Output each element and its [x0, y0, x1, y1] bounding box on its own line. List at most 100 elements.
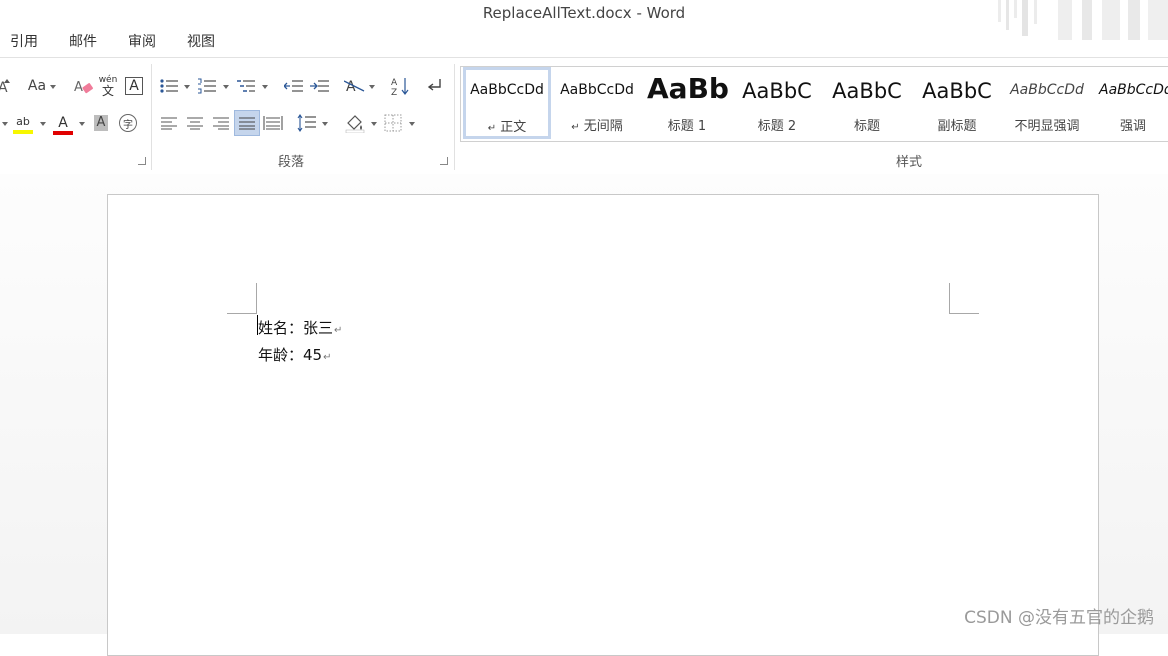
style-preview: AaBbCcDd	[1010, 82, 1084, 98]
chevron-down-icon[interactable]	[40, 122, 46, 126]
group-separator	[454, 64, 455, 170]
font-color-bar	[53, 130, 73, 135]
align-left-icon[interactable]	[158, 112, 180, 134]
character-shading-label: A	[93, 115, 109, 131]
document-page[interactable]: 姓名：张三↵ 年龄：45↵	[107, 194, 1099, 656]
paragraph-mark: ↵	[334, 325, 343, 336]
svg-text:Z: Z	[391, 88, 397, 96]
watermark: CSDN @没有五官的企鹅	[964, 608, 1154, 628]
svg-text:A: A	[74, 80, 83, 95]
text-highlight-button[interactable]: ab	[12, 112, 34, 138]
phonetic-guide-button[interactable]: wén 文	[97, 73, 119, 99]
character-border-button[interactable]: A	[123, 75, 145, 97]
highlight-color-bar	[13, 130, 33, 134]
line-text: 姓名：张三	[258, 319, 334, 337]
style-preview: AaBbC	[832, 79, 902, 103]
svg-text:A: A	[346, 79, 356, 95]
style-heading-1[interactable]: AaBb 标题 1	[643, 67, 731, 139]
tab-view[interactable]: 视图	[187, 30, 215, 54]
change-case-button[interactable]: Aa	[24, 75, 50, 97]
ribbon: A Aa A wén 文 A ab A A 字 A A Z 段落 AaBbCcD…	[0, 57, 1168, 175]
font-dialog-launcher-icon[interactable]	[138, 157, 146, 165]
svg-text:A: A	[391, 78, 398, 88]
chevron-down-icon[interactable]	[79, 122, 85, 126]
character-shading-button[interactable]: A	[90, 112, 112, 134]
multilevel-list-icon[interactable]	[235, 75, 257, 97]
tab-references[interactable]: 引用	[10, 30, 38, 54]
style-name: 副标题	[937, 119, 977, 134]
title-bar: ReplaceAllText.docx - Word	[0, 0, 1168, 40]
grow-font-icon[interactable]: A	[0, 75, 16, 97]
style-name: 标题 1	[667, 119, 707, 134]
style-preview: AaBbC	[742, 79, 812, 103]
decrease-indent-icon[interactable]	[283, 75, 305, 97]
enclose-characters-button[interactable]: 字	[117, 112, 139, 134]
style-no-spacing[interactable]: AaBbCcDd ↵ 无间隔	[553, 67, 641, 139]
tab-review[interactable]: 审阅	[128, 30, 156, 54]
style-heading-2[interactable]: AaBbC 标题 2	[733, 67, 821, 139]
highlight-label: ab	[16, 115, 30, 128]
style-name: 不明显强调	[1014, 119, 1080, 134]
chevron-down-icon[interactable]	[223, 85, 229, 89]
style-name: 标题	[853, 119, 880, 134]
distributed-icon[interactable]	[262, 112, 284, 134]
chevron-down-icon[interactable]	[371, 122, 377, 126]
numbering-icon[interactable]	[196, 75, 218, 97]
show-marks-icon[interactable]	[425, 75, 447, 97]
font-color-button[interactable]: A	[52, 112, 74, 138]
document-line[interactable]: 年龄：45↵	[258, 344, 331, 365]
line-spacing-icon[interactable]	[296, 112, 318, 134]
justify-icon[interactable]	[234, 110, 260, 136]
chevron-down-icon[interactable]	[2, 122, 8, 126]
style-name: ↵ 正文	[487, 120, 527, 135]
shading-icon[interactable]	[344, 112, 366, 134]
chevron-down-icon[interactable]	[184, 85, 190, 89]
menu-bar: 引用 邮件 审阅 视图	[0, 30, 1168, 56]
chevron-down-icon[interactable]	[262, 85, 268, 89]
style-emphasis[interactable]: AaBbCcDd 强调	[1093, 67, 1168, 139]
paragraph-mark: ↵	[323, 352, 332, 363]
align-center-icon[interactable]	[184, 112, 206, 134]
bullets-icon[interactable]	[158, 75, 180, 97]
chevron-down-icon[interactable]	[322, 122, 328, 126]
borders-icon[interactable]	[382, 112, 404, 134]
style-normal[interactable]: AaBbCcDd ↵ 正文	[463, 67, 551, 139]
paragraph-group-label: 段落	[278, 155, 305, 170]
change-case-label: Aa	[27, 78, 47, 94]
enclose-label: 字	[119, 114, 137, 132]
increase-indent-icon[interactable]	[309, 75, 331, 97]
text-direction-icon[interactable]: A	[344, 75, 366, 97]
crop-mark	[227, 313, 257, 314]
style-preview: AaBbCcDd	[560, 82, 634, 98]
tab-mailings[interactable]: 邮件	[69, 30, 97, 54]
style-preview: AaBbC	[922, 79, 992, 103]
style-name: 标题 2	[757, 119, 797, 134]
style-preview: AaBbCcDd	[470, 82, 544, 98]
document-line[interactable]: 姓名：张三↵	[258, 317, 342, 338]
styles-gallery: AaBbCcDd ↵ 正文 AaBbCcDd ↵ 无间隔 AaBb 标题 1 A…	[460, 66, 1168, 142]
style-preview: AaBbCcDd	[1099, 82, 1168, 98]
styles-group-label: 样式	[896, 155, 923, 170]
phonetic-bottom-label: 文	[101, 84, 114, 98]
document-canvas: 姓名：张三↵ 年龄：45↵	[0, 174, 1168, 656]
style-name: ↵ 无间隔	[571, 119, 623, 134]
chevron-down-icon[interactable]	[409, 122, 415, 126]
crop-mark	[256, 283, 257, 314]
window-title: ReplaceAllText.docx - Word	[482, 4, 686, 22]
sort-icon[interactable]: AZ	[390, 75, 412, 97]
align-right-icon[interactable]	[210, 112, 232, 134]
crop-mark	[949, 283, 950, 314]
crop-mark	[949, 313, 979, 314]
clear-format-icon[interactable]: A	[73, 75, 95, 97]
style-subtle-emphasis[interactable]: AaBbCcDd 不明显强调	[1003, 67, 1091, 139]
paragraph-dialog-launcher-icon[interactable]	[440, 157, 448, 165]
line-text: 年龄：45	[258, 346, 323, 364]
group-separator	[151, 64, 152, 170]
chevron-down-icon[interactable]	[369, 85, 375, 89]
style-preview: AaBb	[647, 72, 729, 105]
character-border-label: A	[125, 77, 143, 95]
chevron-down-icon[interactable]	[50, 85, 56, 89]
font-color-label: A	[58, 114, 68, 131]
style-subtitle[interactable]: AaBbC 副标题	[913, 67, 1001, 139]
style-title[interactable]: AaBbC 标题	[823, 67, 911, 139]
